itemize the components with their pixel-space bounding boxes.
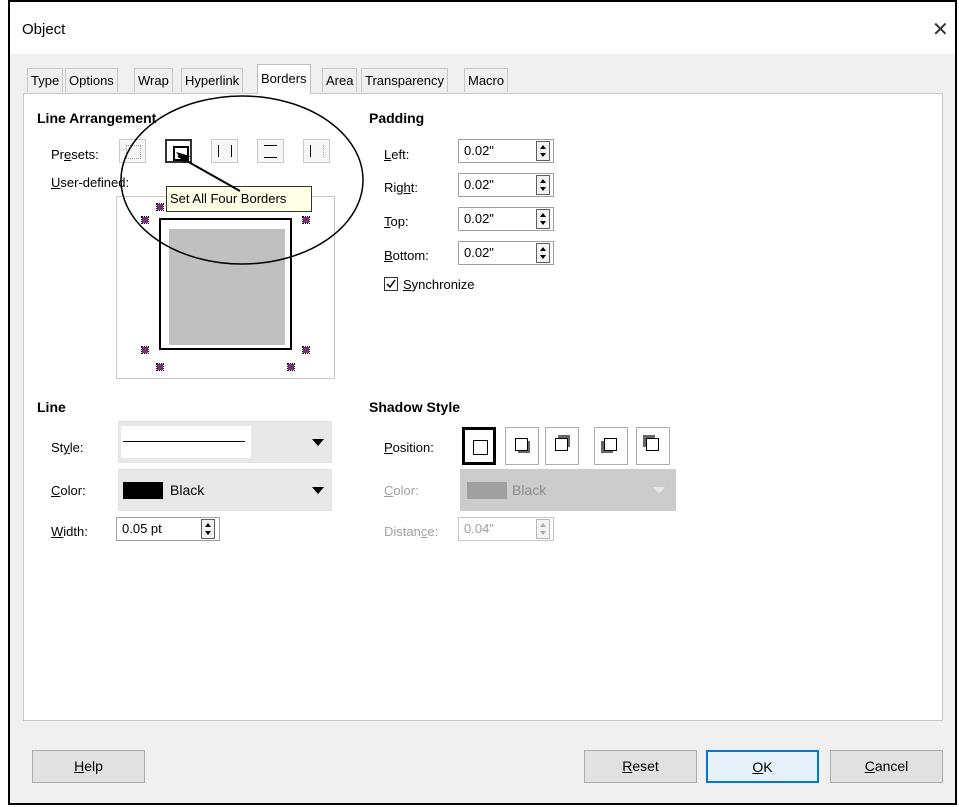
tab-transparency[interactable]: Transparency	[361, 68, 448, 92]
shadow-bottom-right-button[interactable]	[505, 427, 539, 465]
tab-hyperlink[interactable]: Hyperlink	[181, 68, 244, 92]
tab-type[interactable]: Type	[27, 68, 64, 92]
padding-top-label: Top:	[384, 214, 409, 229]
dialog-title: Object	[22, 21, 66, 38]
shadow-color-value: Black	[512, 482, 547, 498]
title-bar	[10, 2, 955, 54]
line-style-label: Style:	[51, 440, 84, 455]
chevron-down-icon	[312, 439, 324, 446]
corner-handle	[141, 346, 149, 354]
line-style-select[interactable]	[118, 421, 332, 463]
close-icon[interactable]: ✕	[932, 17, 949, 42]
reset-button[interactable]: Reset	[584, 750, 697, 783]
chevron-down-icon	[312, 487, 324, 494]
tab-area[interactable]: Area	[322, 68, 358, 92]
chevron-down-icon	[653, 487, 665, 494]
padding-left-label: Left:	[384, 147, 410, 162]
cancel-button[interactable]: Cancel	[830, 750, 943, 783]
annotation-overlay	[120, 95, 364, 265]
synchronize-label[interactable]: Synchronize	[403, 277, 475, 292]
corner-handle	[156, 363, 164, 371]
synchronize-checkbox[interactable]	[384, 277, 398, 291]
color-swatch	[123, 482, 163, 499]
shadow-top-left-button[interactable]	[636, 427, 670, 465]
line-color-select[interactable]: Black	[118, 469, 332, 511]
corner-handle	[287, 363, 295, 371]
tab-options[interactable]: Options	[65, 68, 118, 92]
help-button[interactable]: Help	[32, 750, 145, 783]
padding-right-label: Right:	[384, 180, 418, 195]
shadow-top-right-button[interactable]	[545, 427, 579, 465]
color-swatch	[467, 482, 507, 499]
shadow-color-select[interactable]: Black	[460, 469, 676, 511]
padding-bottom-spinner[interactable]	[536, 243, 550, 263]
shadow-color-label: Color:	[384, 483, 419, 498]
padding-left-spinner[interactable]	[536, 141, 550, 161]
shadow-position-label: Position:	[384, 440, 434, 455]
line-heading: Line	[37, 399, 66, 415]
checkmark-icon	[386, 279, 396, 289]
line-color-value: Black	[170, 482, 205, 498]
ok-button[interactable]: OK	[706, 750, 819, 783]
padding-bottom-label: Bottom:	[384, 248, 429, 263]
tab-borders[interactable]: Borders	[257, 64, 311, 94]
padding-right-spinner[interactable]	[536, 175, 550, 195]
shadow-bottom-left-button[interactable]	[594, 427, 628, 465]
presets-label: Presets:	[51, 147, 99, 162]
highlight-ellipse	[120, 95, 364, 265]
shadow-distance-spinner[interactable]	[536, 519, 550, 539]
annotation-arrow-line	[177, 155, 241, 192]
line-width-spinner[interactable]	[201, 519, 215, 539]
shadow-none-button[interactable]	[462, 427, 496, 465]
shadow-style-heading: Shadow Style	[369, 399, 461, 415]
line-color-label: Color:	[51, 483, 86, 498]
line-width-label: Width:	[51, 524, 88, 539]
solid-line-sample	[123, 441, 245, 442]
shadow-distance-label: Distance:	[384, 524, 439, 539]
corner-handle	[302, 346, 310, 354]
tab-wrap[interactable]: Wrap	[134, 68, 173, 92]
padding-top-spinner[interactable]	[536, 209, 550, 229]
padding-heading: Padding	[369, 110, 425, 126]
tab-macro[interactable]: Macro	[464, 68, 509, 92]
